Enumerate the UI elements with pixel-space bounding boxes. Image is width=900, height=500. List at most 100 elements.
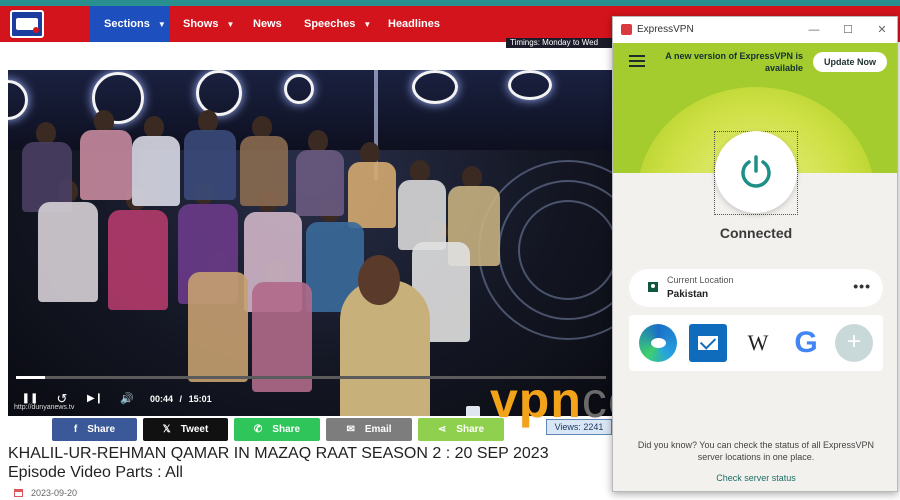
app-shortcuts: W G +: [629, 315, 883, 371]
location-name: Pakistan: [667, 289, 709, 300]
expressvpn-logo-icon: [621, 24, 632, 35]
expressvpn-window: ExpressVPN — ☐ ✕ A new version of Expres…: [612, 16, 898, 492]
nav-news[interactable]: News: [253, 6, 282, 42]
article-headline: KHALIL-UR-REHMAN QAMAR IN MAZAQ RAAT SEA…: [8, 445, 549, 481]
share-sharethis-label: Share: [456, 424, 485, 435]
nav-speeches[interactable]: Speeches ▼: [304, 6, 371, 42]
volume-icon: 🔊: [120, 393, 134, 405]
menu-icon-bar: [629, 65, 645, 67]
audience-body: [80, 130, 132, 200]
share-icon: ⋖: [437, 424, 447, 435]
share-email-button[interactable]: ✉ Email: [326, 418, 412, 441]
logo-dot: [33, 27, 39, 33]
maximize-icon: ☐: [843, 24, 853, 36]
share-whatsapp-button[interactable]: ✆ Share: [234, 418, 320, 441]
share-facebook-label: Share: [87, 424, 116, 435]
article-date-row: 2023-09-20: [14, 488, 77, 498]
minimize-icon: —: [808, 24, 820, 36]
power-icon: [741, 155, 771, 188]
audience-head: [94, 110, 114, 132]
video-player[interactable]: http://dunyanews.tv ❚❚ ↺ ▶❙ 🔊 00:44 / 15…: [8, 70, 612, 416]
menu-icon-bar: [629, 55, 645, 57]
current-time: 00:44: [150, 394, 174, 404]
share-twitter-button[interactable]: 𝕏 Tweet: [143, 418, 228, 441]
whatsapp-icon: ✆: [253, 424, 263, 435]
did-you-know-tip: Did you know? You can check the status o…: [637, 440, 875, 462]
audience-head: [36, 122, 56, 144]
chevron-down-icon: ▼: [226, 20, 235, 29]
wikipedia-shortcut[interactable]: W: [739, 324, 777, 362]
audience-head: [198, 110, 218, 132]
stage-arc: [518, 200, 612, 300]
more-options-button[interactable]: •••: [853, 278, 871, 294]
google-shortcut[interactable]: G: [787, 324, 825, 362]
update-message: A new version of ExpressVPN is available: [665, 51, 803, 73]
update-now-button[interactable]: Update Now: [813, 52, 887, 72]
connection-status: Connected: [719, 225, 793, 241]
nav-shows-label: Shows: [183, 18, 219, 30]
audience-head: [144, 116, 164, 138]
location-label: Current Location: [667, 275, 734, 285]
audience-body: [132, 136, 180, 206]
share-email-label: Email: [364, 424, 392, 435]
skip-next-icon: ▶❙: [86, 393, 104, 404]
current-location-card[interactable]: Current Location Pakistan •••: [629, 269, 883, 307]
audience-head: [360, 142, 380, 164]
share-whatsapp-label: Share: [272, 424, 301, 435]
time-separator: /: [179, 394, 183, 404]
audience-body: [348, 162, 396, 228]
nav-shows[interactable]: Shows ▼: [183, 6, 234, 42]
nav-headlines[interactable]: Headlines: [388, 6, 440, 42]
audience-body: [296, 150, 344, 216]
replay-icon: ↺: [56, 391, 68, 406]
replay-button[interactable]: ↺: [52, 388, 72, 410]
add-icon: +: [846, 328, 861, 355]
timings-ticker: Timings: Monday to Wed: [506, 38, 618, 48]
vpn-window-title: ExpressVPN: [637, 24, 694, 35]
menu-icon-bar: [629, 60, 645, 62]
hamburger-menu-button[interactable]: [629, 55, 645, 68]
nav-headlines-label: Headlines: [388, 18, 440, 30]
next-button[interactable]: ▶❙: [84, 388, 106, 410]
share-facebook-button[interactable]: f Share: [52, 418, 137, 441]
maximize-button[interactable]: ☐: [831, 17, 865, 43]
pause-button[interactable]: ❚❚: [20, 388, 40, 410]
close-icon: ✕: [877, 24, 887, 36]
minimize-button[interactable]: —: [797, 17, 831, 43]
audience-body: [398, 180, 446, 250]
stage-light: [508, 70, 552, 100]
screen: Sections ▼ Shows ▼ News Speeches ▼ Headline…: [0, 0, 900, 500]
video-progress-fill: [16, 376, 45, 379]
audience-head: [308, 130, 328, 152]
stage-light: [284, 74, 314, 104]
nav-news-label: News: [253, 18, 282, 30]
calendar-icon: [14, 489, 23, 497]
nav-sections[interactable]: Sections ▼: [90, 6, 170, 42]
pakistan-flag-icon: [645, 282, 658, 292]
stage-light: [196, 70, 242, 116]
edge-shortcut[interactable]: [639, 324, 677, 362]
facebook-icon: f: [73, 424, 78, 435]
nav-speeches-label: Speeches: [304, 18, 356, 30]
pause-icon: ❚❚: [21, 393, 39, 404]
check-server-status-link[interactable]: Check server status: [613, 473, 897, 483]
audience-body: [38, 202, 98, 302]
audience-body: [188, 272, 248, 382]
wikipedia-icon: W: [747, 330, 769, 355]
close-button[interactable]: ✕: [865, 17, 897, 43]
site-logo[interactable]: [10, 10, 44, 38]
google-icon: G: [794, 326, 818, 359]
add-shortcut[interactable]: +: [835, 324, 873, 362]
share-twitter-label: Tweet: [180, 424, 209, 435]
woman-head: [358, 255, 400, 305]
audience-head: [252, 116, 272, 138]
power-button[interactable]: [715, 131, 797, 213]
audience-body: [240, 136, 288, 206]
audience-body: [184, 130, 236, 200]
audience-head: [410, 160, 430, 182]
article-date: 2023-09-20: [31, 488, 78, 498]
video-time: 00:44 / 15:01: [150, 388, 212, 410]
stage-light: [412, 70, 458, 104]
mail-shortcut[interactable]: [689, 324, 727, 362]
volume-button[interactable]: 🔊: [116, 388, 138, 410]
